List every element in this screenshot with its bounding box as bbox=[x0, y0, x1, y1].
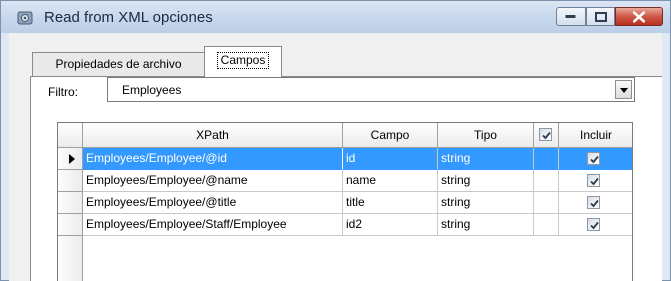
window-title: Read from XML opciones bbox=[44, 9, 213, 26]
tab-campos-label: Campos bbox=[216, 52, 270, 69]
cell-campo[interactable]: name bbox=[343, 170, 438, 192]
filter-value: Employees bbox=[122, 83, 182, 97]
cell-incluir bbox=[559, 214, 632, 236]
row-header[interactable] bbox=[58, 192, 83, 214]
dropdown-arrow-button[interactable] bbox=[615, 80, 632, 99]
checkmark-icon bbox=[542, 131, 551, 140]
checkmark-icon bbox=[590, 199, 599, 208]
cell-tipo[interactable]: string bbox=[438, 192, 534, 214]
current-row-arrow-icon bbox=[69, 154, 75, 164]
minimize-button[interactable] bbox=[556, 7, 586, 26]
tab-campos[interactable]: Campos bbox=[204, 46, 282, 77]
cell-tipo[interactable]: string bbox=[438, 214, 534, 236]
maximize-button[interactable] bbox=[586, 7, 615, 26]
filter-dropdown[interactable]: Employees bbox=[107, 77, 635, 102]
column-header-tipo[interactable]: Tipo bbox=[438, 123, 534, 148]
title-bar[interactable]: Read from XML opciones bbox=[1, 1, 670, 33]
cell-campo[interactable]: title bbox=[343, 192, 438, 214]
fields-grid: XPath Campo Tipo Incluir Employees/Emplo… bbox=[57, 122, 633, 281]
cell-xpath[interactable]: Employees/Employee/@id bbox=[83, 148, 343, 170]
cell-xpath[interactable]: Employees/Employee/@name bbox=[83, 170, 343, 192]
checkmark-icon bbox=[590, 177, 599, 186]
table-row[interactable]: Employees/Employee/@title title string bbox=[58, 192, 632, 214]
cell-blank bbox=[534, 148, 559, 170]
close-button[interactable] bbox=[615, 7, 663, 26]
table-row[interactable]: Employees/Employee/@id id string bbox=[58, 148, 632, 170]
incluir-checkbox[interactable] bbox=[587, 196, 600, 209]
checkmark-icon bbox=[590, 155, 599, 164]
incluir-checkbox[interactable] bbox=[587, 218, 600, 231]
row-header[interactable] bbox=[58, 148, 83, 170]
cell-xpath[interactable]: Employees/Employee/@title bbox=[83, 192, 343, 214]
cell-tipo[interactable]: string bbox=[438, 170, 534, 192]
cell-campo[interactable]: id bbox=[343, 148, 438, 170]
tab-propiedades-de-archivo[interactable]: Propiedades de archivo bbox=[32, 52, 205, 76]
row-header[interactable] bbox=[58, 214, 83, 236]
cell-blank bbox=[534, 192, 559, 214]
column-header-campo[interactable]: Campo bbox=[343, 123, 438, 148]
row-header-corner bbox=[58, 123, 83, 148]
checkmark-icon bbox=[590, 221, 599, 230]
incluir-checkbox[interactable] bbox=[587, 152, 600, 165]
cell-tipo[interactable]: string bbox=[438, 148, 534, 170]
cell-blank bbox=[534, 170, 559, 192]
app-icon bbox=[17, 10, 33, 26]
cell-incluir bbox=[559, 170, 632, 192]
cell-campo[interactable]: id2 bbox=[343, 214, 438, 236]
table-row[interactable]: Employees/Employee/@name name string bbox=[58, 170, 632, 192]
incluir-checkbox[interactable] bbox=[587, 174, 600, 187]
row-header-empty bbox=[58, 236, 83, 281]
table-row[interactable]: Employees/Employee/Staff/Employee id2 st… bbox=[58, 214, 632, 236]
dialog-window: Read from XML opciones Propiedades de ar… bbox=[0, 0, 671, 281]
row-header[interactable] bbox=[58, 170, 83, 192]
chevron-down-icon bbox=[620, 88, 628, 93]
column-header-xpath[interactable]: XPath bbox=[83, 123, 343, 148]
column-header-incluir[interactable]: Incluir bbox=[559, 123, 632, 148]
cell-blank bbox=[534, 214, 559, 236]
filter-label: Filtro: bbox=[48, 85, 78, 99]
select-all-checkbox[interactable] bbox=[539, 128, 552, 141]
column-header-select-all[interactable] bbox=[534, 123, 559, 148]
cell-xpath[interactable]: Employees/Employee/Staff/Employee bbox=[83, 214, 343, 236]
cell-incluir bbox=[559, 192, 632, 214]
cell-incluir bbox=[559, 148, 632, 170]
